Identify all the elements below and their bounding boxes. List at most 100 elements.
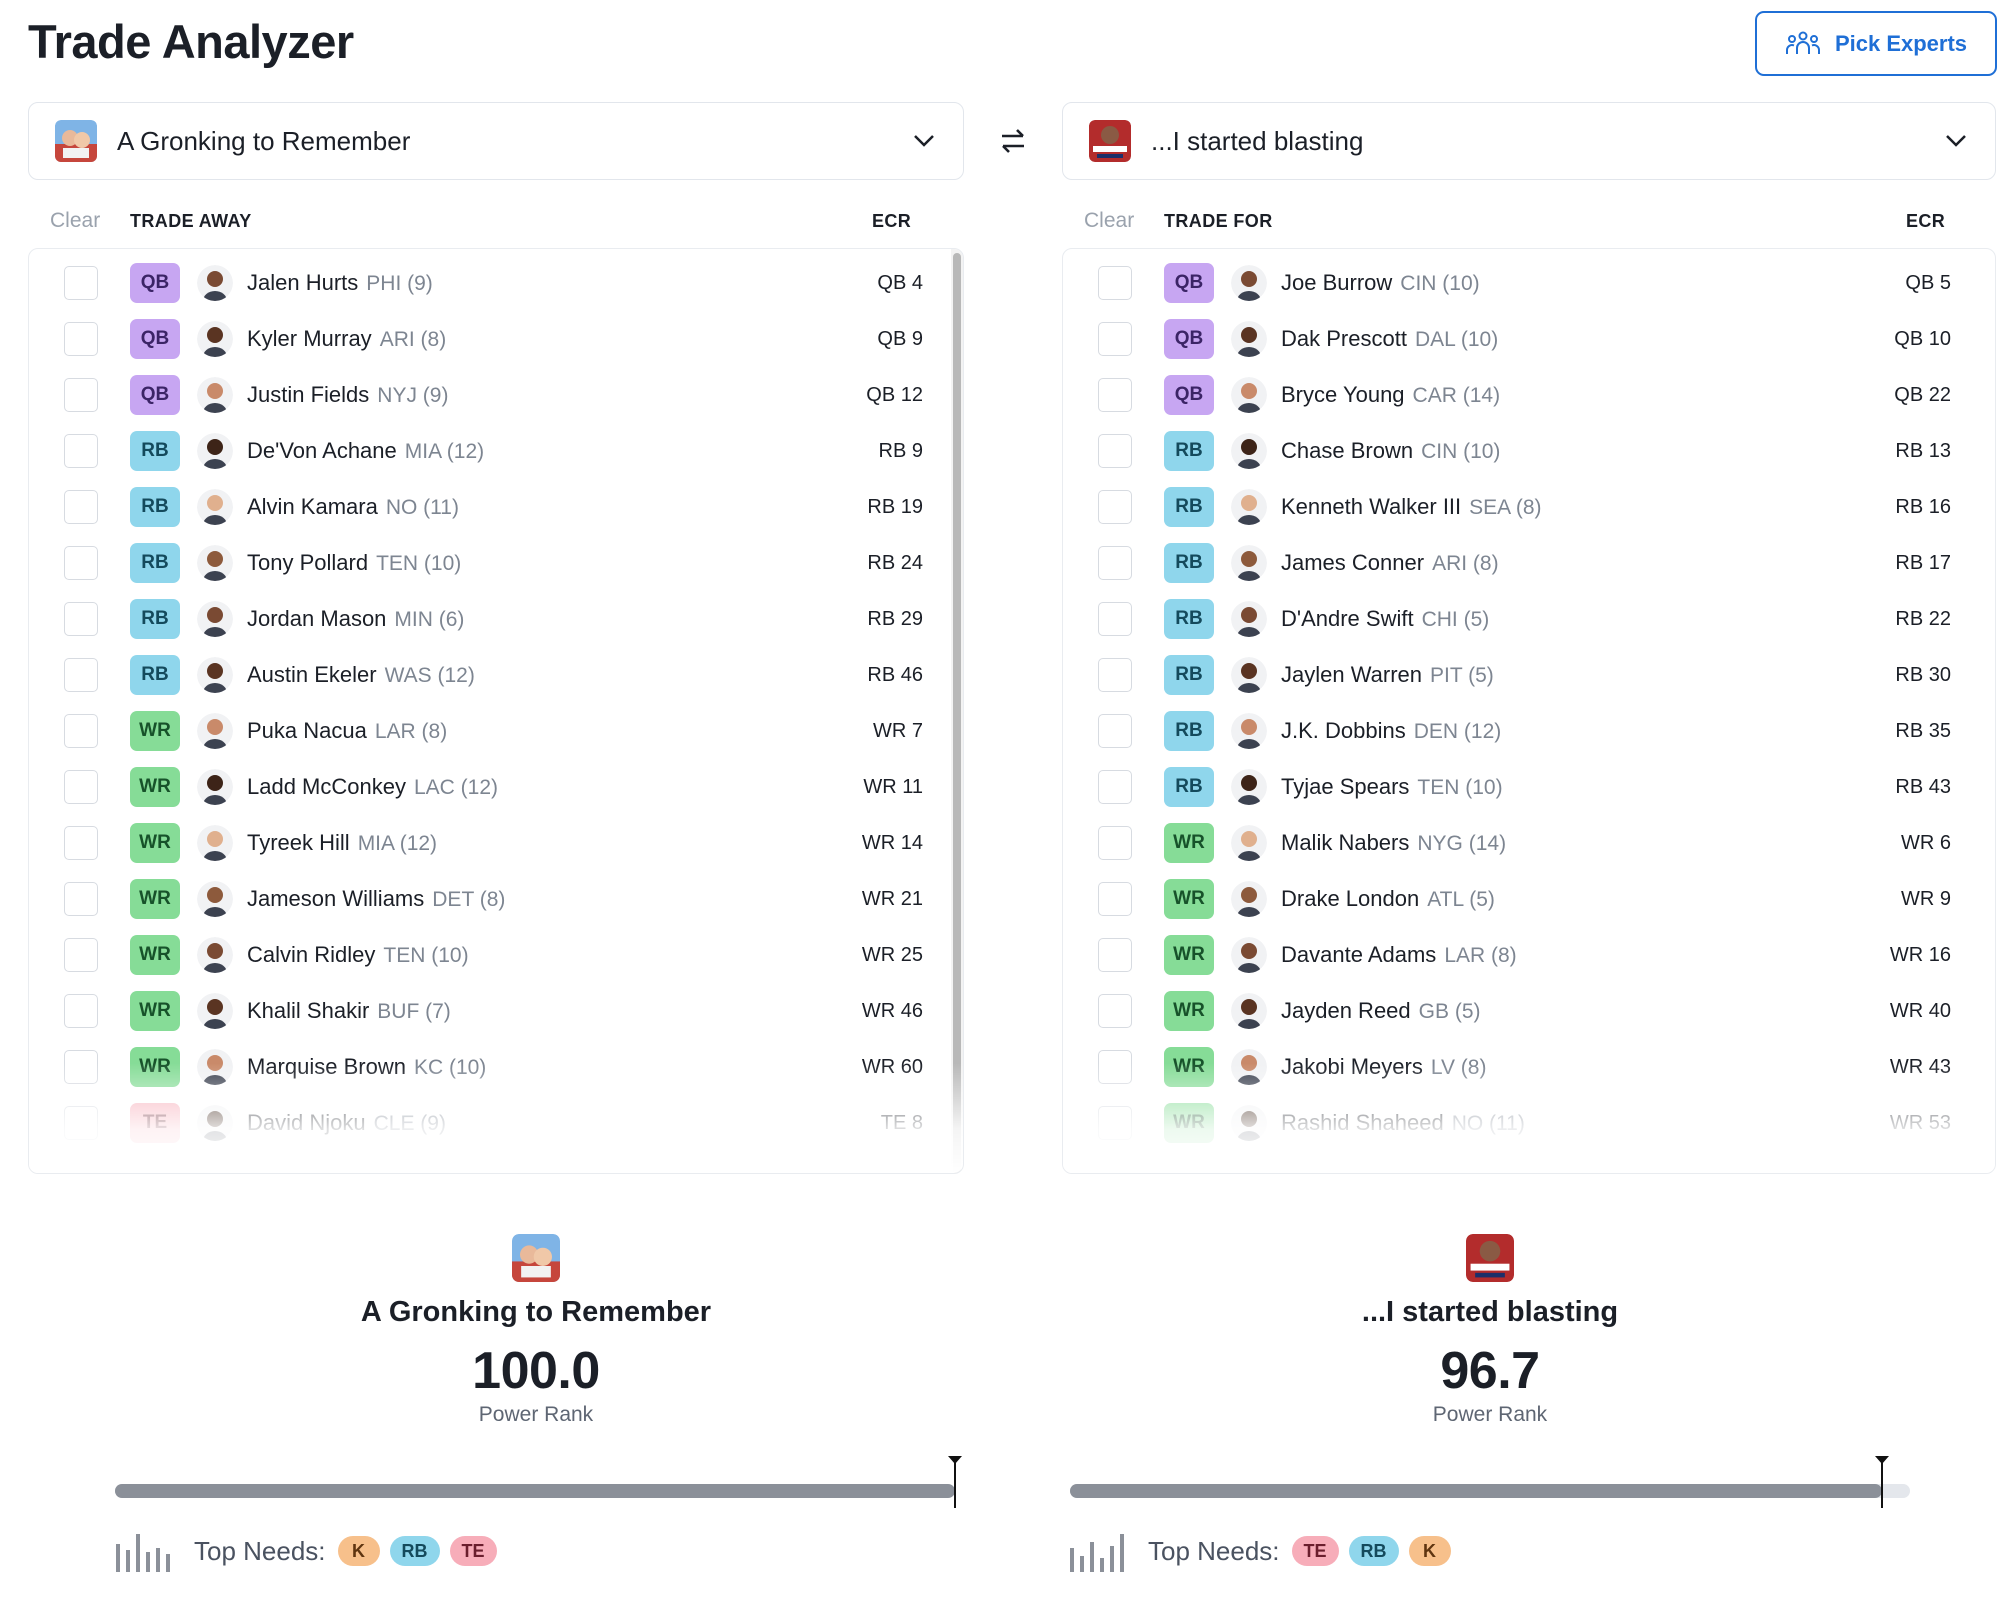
player-name[interactable]: Jordan Mason MIN (6) [247,606,464,632]
player-checkbox[interactable] [64,1106,98,1140]
player-row[interactable]: WR Ladd McConkey LAC (12) WR 11 [29,759,963,815]
player-checkbox[interactable] [64,490,98,524]
player-row[interactable]: WR Davante Adams LAR (8) WR 16 [1063,927,1995,983]
trade-for-list[interactable]: QB Joe Burrow CIN (10) QB 5 QB Dak Prescott DA… [1062,248,1996,1174]
player-checkbox[interactable] [1098,826,1132,860]
player-row[interactable]: WR Calvin Ridley TEN (10) WR 25 [29,927,963,983]
player-checkbox[interactable] [1098,658,1132,692]
player-name[interactable]: Bryce Young CAR (14) [1281,382,1500,408]
player-checkbox[interactable] [1098,1106,1132,1140]
player-checkbox[interactable] [64,826,98,860]
player-row[interactable]: WR Rashid Shaheed NO (11) WR 53 [1063,1095,1995,1151]
player-row[interactable]: QB Justin Fields NYJ (9) QB 12 [29,367,963,423]
player-checkbox[interactable] [64,882,98,916]
player-name[interactable]: Jayden Reed GB (5) [1281,998,1481,1024]
player-name[interactable]: Jalen Hurts PHI (9) [247,270,433,296]
clear-trade-for-button[interactable]: Clear [1084,209,1164,233]
player-checkbox[interactable] [64,714,98,748]
player-name[interactable]: Drake London ATL (5) [1281,886,1495,912]
player-checkbox[interactable] [64,322,98,356]
player-row[interactable]: WR Jameson Williams DET (8) WR 21 [29,871,963,927]
player-name[interactable]: Alvin Kamara NO (11) [247,494,459,520]
player-checkbox[interactable] [1098,714,1132,748]
player-checkbox[interactable] [64,1050,98,1084]
player-checkbox[interactable] [1098,770,1132,804]
player-row[interactable]: RB James Conner ARI (8) RB 17 [1063,535,1995,591]
player-row[interactable]: RB Kenneth Walker III SEA (8) RB 16 [1063,479,1995,535]
player-checkbox[interactable] [1098,882,1132,916]
player-name[interactable]: Tyjae Spears TEN (10) [1281,774,1503,800]
player-name[interactable]: Austin Ekeler WAS (12) [247,662,475,688]
team-a-select[interactable]: A Gronking to Remember [28,102,964,180]
player-row[interactable]: QB Bryce Young CAR (14) QB 22 [1063,367,1995,423]
player-row[interactable]: RB Tony Pollard TEN (10) RB 24 [29,535,963,591]
player-row[interactable]: RB Jordan Mason MIN (6) RB 29 [29,591,963,647]
player-name[interactable]: J.K. Dobbins DEN (12) [1281,718,1501,744]
player-checkbox[interactable] [1098,1050,1132,1084]
player-name[interactable]: Kenneth Walker III SEA (8) [1281,494,1542,520]
player-row[interactable]: QB Dak Prescott DAL (10) QB 10 [1063,311,1995,367]
player-row[interactable]: QB Jalen Hurts PHI (9) QB 4 [29,255,963,311]
player-name[interactable]: Rashid Shaheed NO (11) [1281,1110,1525,1136]
player-row[interactable]: RB Jaylen Warren PIT (5) RB 30 [1063,647,1995,703]
player-name[interactable]: Jakobi Meyers LV (8) [1281,1054,1486,1080]
player-checkbox[interactable] [64,770,98,804]
player-row[interactable]: RB Tyjae Spears TEN (10) RB 43 [1063,759,1995,815]
player-name[interactable]: Malik Nabers NYG (14) [1281,830,1506,856]
player-name[interactable]: Dak Prescott DAL (10) [1281,326,1498,352]
player-name[interactable]: James Conner ARI (8) [1281,550,1499,576]
player-checkbox[interactable] [64,546,98,580]
player-checkbox[interactable] [1098,266,1132,300]
player-checkbox[interactable] [64,378,98,412]
player-name[interactable]: David Njoku CLE (9) [247,1110,446,1136]
player-checkbox[interactable] [1098,434,1132,468]
player-checkbox[interactable] [1098,602,1132,636]
player-row[interactable]: RB D'Andre Swift CHI (5) RB 22 [1063,591,1995,647]
player-row[interactable]: RB De'Von Achane MIA (12) RB 9 [29,423,963,479]
player-name[interactable]: Kyler Murray ARI (8) [247,326,446,352]
player-row[interactable]: WR Malik Nabers NYG (14) WR 6 [1063,815,1995,871]
player-checkbox[interactable] [1098,378,1132,412]
player-row[interactable]: WR Khalil Shakir BUF (7) WR 46 [29,983,963,1039]
player-row[interactable]: WR Jayden Reed GB (5) WR 40 [1063,983,1995,1039]
player-checkbox[interactable] [1098,938,1132,972]
player-name[interactable]: Marquise Brown KC (10) [247,1054,486,1080]
trade-away-list[interactable]: QB Jalen Hurts PHI (9) QB 4 QB Kyler Murray AR… [28,248,964,1174]
player-checkbox[interactable] [64,434,98,468]
player-checkbox[interactable] [64,602,98,636]
player-row[interactable]: RB Austin Ekeler WAS (12) RB 46 [29,647,963,703]
player-checkbox[interactable] [1098,994,1132,1028]
player-name[interactable]: Jameson Williams DET (8) [247,886,505,912]
player-name[interactable]: Calvin Ridley TEN (10) [247,942,469,968]
player-row[interactable]: QB Kyler Murray ARI (8) QB 9 [29,311,963,367]
player-name[interactable]: Joe Burrow CIN (10) [1281,270,1480,296]
player-name[interactable]: Davante Adams LAR (8) [1281,942,1517,968]
player-row[interactable]: RB J.K. Dobbins DEN (12) RB 35 [1063,703,1995,759]
player-name[interactable]: Justin Fields NYJ (9) [247,382,448,408]
player-row[interactable]: RB Chase Brown CIN (10) RB 13 [1063,423,1995,479]
player-name[interactable]: Ladd McConkey LAC (12) [247,774,498,800]
player-name[interactable]: Jaylen Warren PIT (5) [1281,662,1494,688]
player-checkbox[interactable] [1098,546,1132,580]
pick-experts-button[interactable]: Pick Experts [1755,11,1997,76]
player-name[interactable]: Khalil Shakir BUF (7) [247,998,451,1024]
player-checkbox[interactable] [64,938,98,972]
player-checkbox[interactable] [64,266,98,300]
player-name[interactable]: Tyreek Hill MIA (12) [247,830,437,856]
team-b-select[interactable]: ...I started blasting [1062,102,1996,180]
player-row[interactable]: WR Jakobi Meyers LV (8) WR 43 [1063,1039,1995,1095]
player-row[interactable]: RB Alvin Kamara NO (11) RB 19 [29,479,963,535]
player-checkbox[interactable] [64,994,98,1028]
player-row[interactable]: QB Joe Burrow CIN (10) QB 5 [1063,255,1995,311]
player-name[interactable]: Puka Nacua LAR (8) [247,718,447,744]
player-checkbox[interactable] [1098,322,1132,356]
player-checkbox[interactable] [1098,490,1132,524]
player-name[interactable]: De'Von Achane MIA (12) [247,438,484,464]
player-row[interactable]: WR Marquise Brown KC (10) WR 60 [29,1039,963,1095]
swap-arrows-icon[interactable] [996,124,1030,158]
player-name[interactable]: D'Andre Swift CHI (5) [1281,606,1489,632]
player-name[interactable]: Tony Pollard TEN (10) [247,550,461,576]
player-row[interactable]: WR Drake London ATL (5) WR 9 [1063,871,1995,927]
player-checkbox[interactable] [64,658,98,692]
clear-trade-away-button[interactable]: Clear [50,209,130,233]
